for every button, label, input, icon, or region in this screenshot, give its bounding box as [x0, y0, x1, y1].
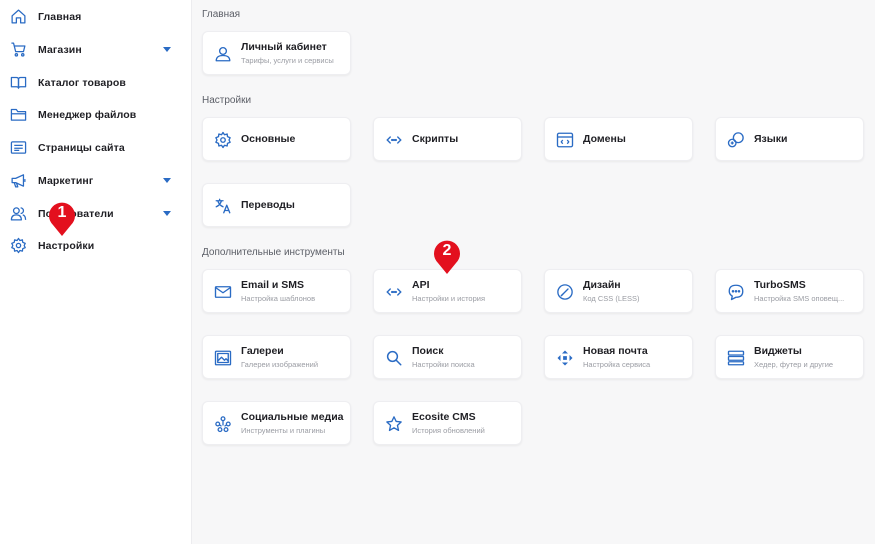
sidebar-item-label: Менеджер файлов	[38, 108, 137, 121]
card-title: TurboSMS	[754, 279, 806, 291]
sidebar-item-label: Маркетинг	[38, 174, 94, 187]
sidebar-item-label: Магазин	[38, 43, 82, 56]
sidebar-item-settings[interactable]: Настройки	[0, 229, 192, 262]
nova-poshta-icon	[556, 349, 574, 367]
gear-icon	[10, 237, 27, 254]
card-title: Скрипты	[412, 133, 459, 145]
card-subtitle: Настройки и история	[412, 294, 486, 303]
home-icon	[10, 8, 27, 25]
card-subtitle: Настройка SMS оповещ...	[754, 294, 845, 303]
cart-icon	[10, 41, 27, 58]
card-widgets[interactable]: Виджеты Хедер, футер и другие	[715, 335, 864, 379]
card-title: Переводы	[241, 199, 295, 211]
card-subtitle: Настройка сервиса	[583, 360, 651, 369]
card-galleries[interactable]: Галереи Галереи изображений	[202, 335, 351, 379]
card-subtitle: История обновлений	[412, 426, 485, 435]
brush-icon	[556, 283, 574, 301]
card-title: Виджеты	[754, 345, 802, 357]
folder-icon	[10, 106, 27, 123]
card-title: Домены	[583, 133, 626, 145]
card-subtitle: Галереи изображений	[241, 360, 319, 369]
card-api[interactable]: API Настройки и история	[373, 269, 522, 313]
card-title: Языки	[754, 133, 788, 145]
sidebar-item-shop[interactable]: Магазин	[0, 33, 192, 66]
card-subtitle: Тарифы, услуги и сервисы	[241, 56, 334, 65]
section-title-tools: Дополнительные инструменты	[202, 247, 345, 258]
sidebar-item-marketing[interactable]: Маркетинг	[0, 164, 192, 197]
section-title-settings: Настройки	[202, 95, 252, 106]
card-title: Основные	[241, 133, 296, 145]
sidebar-item-files[interactable]: Менеджер файлов	[0, 98, 192, 131]
card-subtitle: Настройка шаблонов	[241, 294, 316, 303]
card-subtitle: Инструменты и плагины	[241, 426, 326, 435]
widgets-icon	[727, 349, 745, 367]
sidebar: Главная Магазин Каталог товаров Менеджер…	[0, 0, 192, 544]
sidebar-item-label: Настройки	[38, 239, 95, 252]
annotation-marker-1: 1	[47, 199, 77, 237]
sidebar-item-label: Страницы сайта	[38, 141, 125, 154]
sidebar-item-home[interactable]: Главная	[0, 0, 192, 33]
languages-icon	[727, 131, 745, 149]
card-account[interactable]: Личный кабинет Тарифы, услуги и сервисы	[202, 31, 351, 75]
card-title: Галереи	[241, 345, 284, 357]
sidebar-item-users[interactable]: Пользователи	[0, 197, 192, 230]
user-icon	[214, 45, 232, 63]
gallery-icon	[214, 349, 232, 367]
card-email-sms[interactable]: Email и SMS Настройка шаблонов	[202, 269, 351, 313]
code-icon	[385, 131, 403, 149]
users-icon	[10, 205, 27, 222]
mail-icon	[214, 283, 232, 301]
pages-icon	[10, 139, 27, 156]
card-nova-poshta[interactable]: Новая почта Настройка сервиса	[544, 335, 693, 379]
card-ecosite-cms[interactable]: Ecosite CMS История обновлений	[373, 401, 522, 445]
card-design[interactable]: Дизайн Код CSS (LESS)	[544, 269, 693, 313]
card-title: Личный кабинет	[241, 41, 327, 53]
chevron-down-icon[interactable]	[163, 47, 171, 52]
megaphone-icon	[10, 172, 27, 189]
card-subtitle: Код CSS (LESS)	[583, 294, 640, 303]
gear-icon	[214, 131, 232, 149]
sidebar-item-catalog[interactable]: Каталог товаров	[0, 66, 192, 99]
code-icon	[385, 283, 403, 301]
annotation-number: 2	[442, 242, 452, 259]
book-icon	[10, 74, 27, 91]
card-title: Новая почта	[583, 345, 648, 357]
card-translations[interactable]: Переводы	[202, 183, 351, 227]
card-title: Социальные медиа	[241, 411, 344, 423]
chat-icon	[727, 283, 745, 301]
card-title: Поиск	[412, 345, 444, 357]
sidebar-item-label: Каталог товаров	[38, 76, 126, 89]
card-search[interactable]: Поиск Настройки поиска	[373, 335, 522, 379]
sidebar-item-pages[interactable]: Страницы сайта	[0, 131, 192, 164]
card-subtitle: Настройки поиска	[412, 360, 475, 369]
card-title: Ecosite CMS	[412, 411, 476, 423]
card-languages[interactable]: Языки	[715, 117, 864, 161]
card-general[interactable]: Основные	[202, 117, 351, 161]
card-title: Дизайн	[583, 279, 621, 291]
annotation-number: 1	[57, 204, 67, 221]
card-scripts[interactable]: Скрипты	[373, 117, 522, 161]
translate-icon	[214, 197, 232, 215]
card-subtitle: Хедер, футер и другие	[754, 360, 834, 369]
chevron-down-icon[interactable]	[163, 211, 171, 216]
card-social-media[interactable]: Социальные медиа Инструменты и плагины	[202, 401, 351, 445]
card-turbosms[interactable]: TurboSMS Настройка SMS оповещ...	[715, 269, 864, 313]
sidebar-item-label: Главная	[38, 10, 82, 23]
card-title: Email и SMS	[241, 279, 305, 291]
star-icon	[385, 415, 403, 433]
section-title-home: Главная	[202, 9, 241, 20]
card-domains[interactable]: Домены	[544, 117, 693, 161]
card-title: API	[412, 279, 430, 291]
main-content: Главная Личный кабинет Тарифы, услуги и …	[192, 0, 875, 544]
social-icon	[214, 415, 232, 433]
search-icon	[385, 349, 403, 367]
annotation-marker-2: 2	[432, 237, 462, 275]
chevron-down-icon[interactable]	[163, 178, 171, 183]
browser-code-icon	[556, 131, 574, 149]
